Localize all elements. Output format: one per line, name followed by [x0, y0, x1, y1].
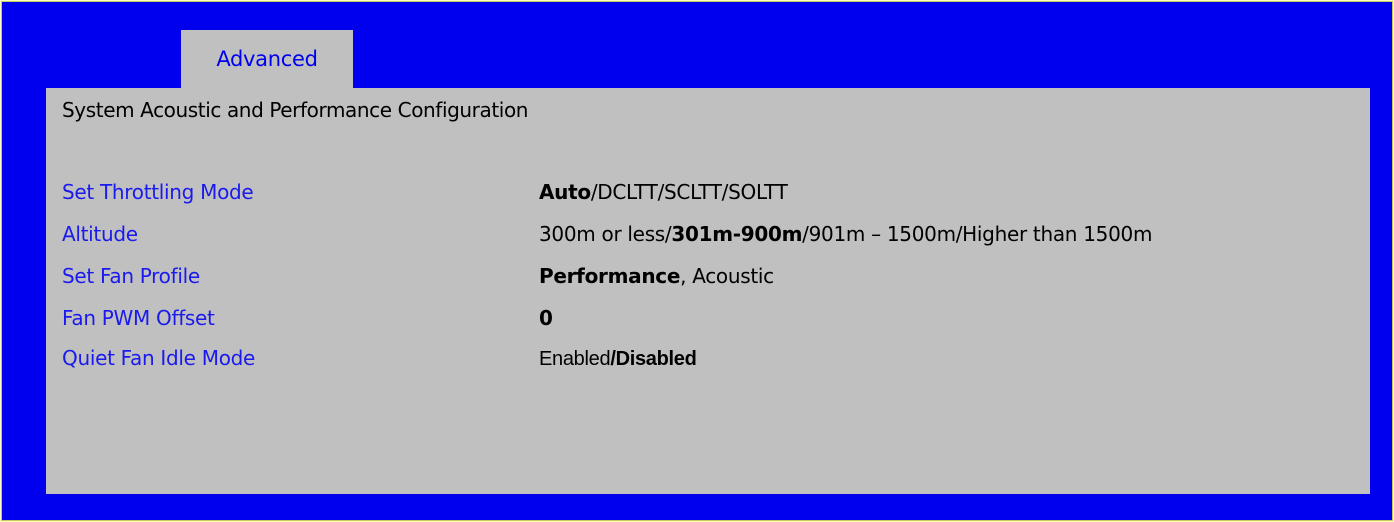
setting-row-altitude[interactable]: Altitude 300m or less/301m-900m/901m – 1… — [46, 222, 1370, 254]
setting-row-throttling-mode[interactable]: Set Throttling Mode Auto/DCLTT/SCLTT/SOL… — [46, 180, 1370, 212]
option-enabled: Enabled — [539, 348, 611, 370]
tab-advanced[interactable]: Advanced — [181, 30, 353, 88]
bios-setup-screen: Advanced System Acoustic and Performance… — [1, 1, 1393, 521]
fan-pwm-offset-value: 0 — [539, 306, 553, 330]
setting-value-fan-pwm-offset: 0 — [539, 306, 553, 330]
setting-label-altitude: Altitude — [62, 222, 138, 246]
setting-value-fan-profile: Performance, Acoustic — [539, 264, 774, 288]
setting-label-quiet-fan-idle-mode: Quiet Fan Idle Mode — [62, 346, 256, 370]
option-auto-selected: Auto — [539, 180, 591, 204]
settings-panel: System Acoustic and Performance Configur… — [46, 88, 1370, 494]
option-list-altitude-high: /901m – 1500m/Higher than 1500m — [802, 222, 1153, 246]
option-disabled-selected: /Disabled — [610, 348, 697, 370]
setting-row-fan-pwm-offset[interactable]: Fan PWM Offset 0 — [46, 306, 1370, 338]
setting-label-fan-profile: Set Fan Profile — [62, 264, 200, 288]
setting-value-altitude: 300m or less/301m-900m/901m – 1500m/High… — [539, 222, 1152, 246]
setting-row-quiet-fan-idle-mode[interactable]: Quiet Fan Idle Mode Enabled/Disabled — [46, 346, 1370, 378]
option-list-throttling: /DCLTT/SCLTT/SOLTT — [590, 180, 788, 204]
option-performance-selected: Performance — [539, 264, 681, 288]
setting-row-fan-profile[interactable]: Set Fan Profile Performance, Acoustic — [46, 264, 1370, 296]
setting-label-throttling-mode: Set Throttling Mode — [62, 180, 254, 204]
setting-value-throttling-mode: Auto/DCLTT/SCLTT/SOLTT — [539, 180, 788, 204]
option-300m-or-less: 300m or less/ — [539, 222, 672, 246]
tab-advanced-label: Advanced — [216, 47, 318, 71]
option-acoustic: , Acoustic — [680, 264, 774, 288]
setting-label-fan-pwm-offset: Fan PWM Offset — [62, 306, 215, 330]
page-title: System Acoustic and Performance Configur… — [62, 98, 529, 122]
option-301m-900m-selected: 301m-900m — [671, 222, 803, 246]
setting-value-quiet-fan-idle-mode: Enabled/Disabled — [539, 346, 697, 371]
